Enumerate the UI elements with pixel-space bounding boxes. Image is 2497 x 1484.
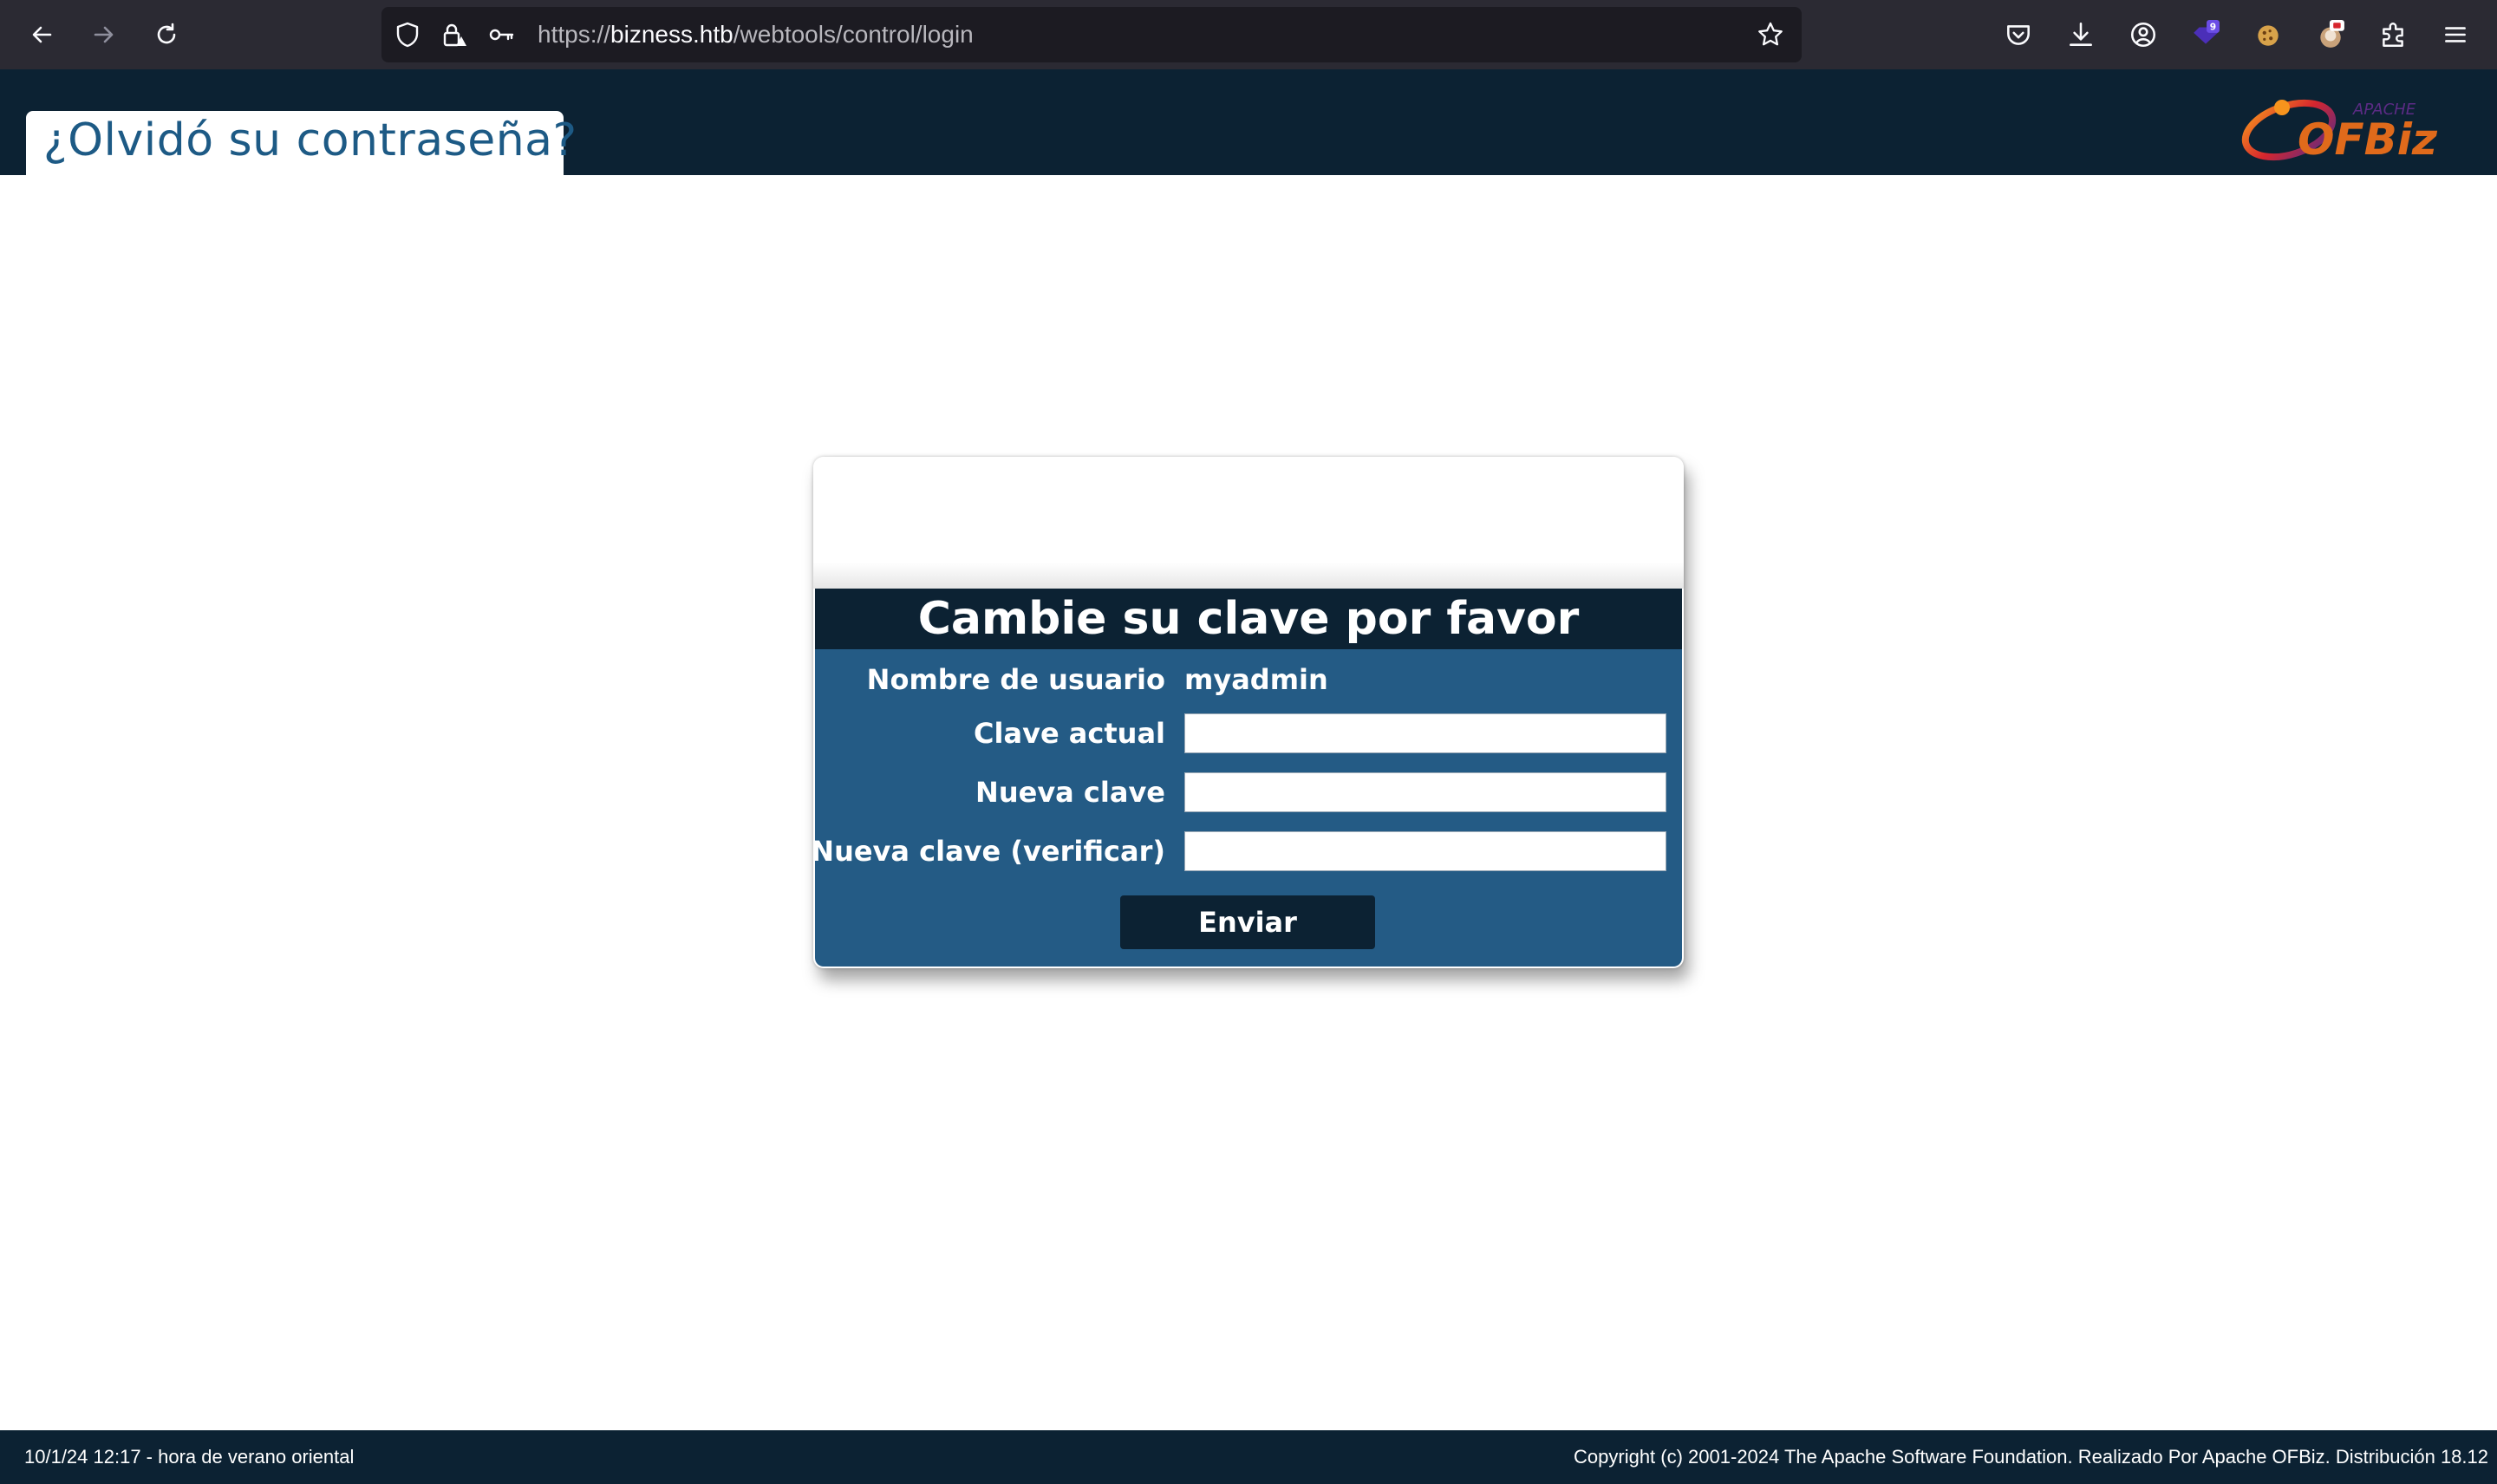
extension-badge-button[interactable]: 9	[2188, 17, 2223, 52]
page-title: ¿Olvidó su contraseña?	[43, 114, 577, 166]
cookie-button[interactable]	[2251, 17, 2285, 52]
account-icon	[2130, 22, 2156, 48]
account-button[interactable]	[2126, 17, 2161, 52]
url-path: /webtools/control/login	[733, 21, 974, 48]
submit-button[interactable]: Enviar	[1120, 895, 1375, 949]
new-password-label: Nueva clave	[975, 776, 1165, 809]
current-password-input[interactable]	[1184, 713, 1666, 753]
lock-warning-icon[interactable]	[440, 21, 468, 49]
url-host: bizness.htb	[610, 21, 733, 48]
url-text[interactable]: https://bizness.htb/webtools/control/log…	[538, 7, 974, 62]
footer-copyright: Copyright (c) 2001-2024 The Apache Softw…	[1574, 1446, 2488, 1468]
extension-icon	[2320, 20, 2344, 48]
footer: 10/1/24 12:17 - hora de verano oriental …	[0, 1430, 2497, 1484]
key-icon[interactable]	[487, 21, 515, 49]
back-icon	[32, 26, 52, 43]
menu-icon	[2445, 27, 2466, 42]
reload-icon	[157, 23, 176, 44]
box-header: Cambie su clave por favor	[815, 589, 1682, 649]
change-password-box: Cambie su clave por favor Nombre de usua…	[813, 457, 1684, 968]
app-menu-button[interactable]	[2438, 17, 2473, 52]
box-top-area	[813, 457, 1684, 589]
extensions-menu-button[interactable]	[2376, 17, 2410, 52]
verify-password-label: Nueva clave (verificar)	[813, 835, 1165, 868]
username-value: myadmin	[1184, 663, 1328, 696]
reload-button[interactable]	[146, 14, 187, 55]
verify-password-input[interactable]	[1184, 831, 1666, 871]
back-button[interactable]	[21, 14, 62, 55]
url-scheme: https://	[538, 21, 611, 48]
cookie-icon	[2258, 25, 2279, 46]
url-bar[interactable]: https://bizness.htb/webtools/control/log…	[381, 7, 1802, 62]
form-body: Nombre de usuario myadmin Clave actual N…	[813, 649, 1682, 967]
ofbiz-logo[interactable]: APACHE OFBiz	[2237, 85, 2454, 168]
pocket-icon	[2007, 25, 2030, 45]
footer-timestamp: 10/1/24 12:17 - hora de verano oriental	[24, 1446, 355, 1468]
puzzle-icon	[2383, 23, 2403, 47]
extension-badge-count: 9	[2210, 22, 2216, 33]
new-password-input[interactable]	[1184, 772, 1666, 812]
page-title-tab: ¿Olvidó su contraseña?	[26, 111, 577, 175]
username-label: Nombre de usuario	[866, 663, 1165, 696]
download-icon	[2070, 22, 2092, 46]
downloads-button[interactable]	[2063, 17, 2098, 52]
logo-ofbiz-text: OFBiz	[2298, 114, 2438, 165]
browser-toolbar: https://bizness.htb/webtools/control/log…	[0, 0, 2497, 69]
forward-button[interactable]	[83, 14, 125, 55]
extension-badge-icon: 9	[2194, 20, 2220, 44]
star-icon[interactable]	[1757, 21, 1784, 49]
pocket-button[interactable]	[2001, 17, 2036, 52]
current-password-label: Clave actual	[974, 717, 1165, 750]
forward-icon	[94, 26, 114, 43]
form-title: Cambie su clave por favor	[917, 593, 1580, 645]
extension-button[interactable]	[2313, 17, 2348, 52]
shield-icon[interactable]	[394, 21, 421, 49]
